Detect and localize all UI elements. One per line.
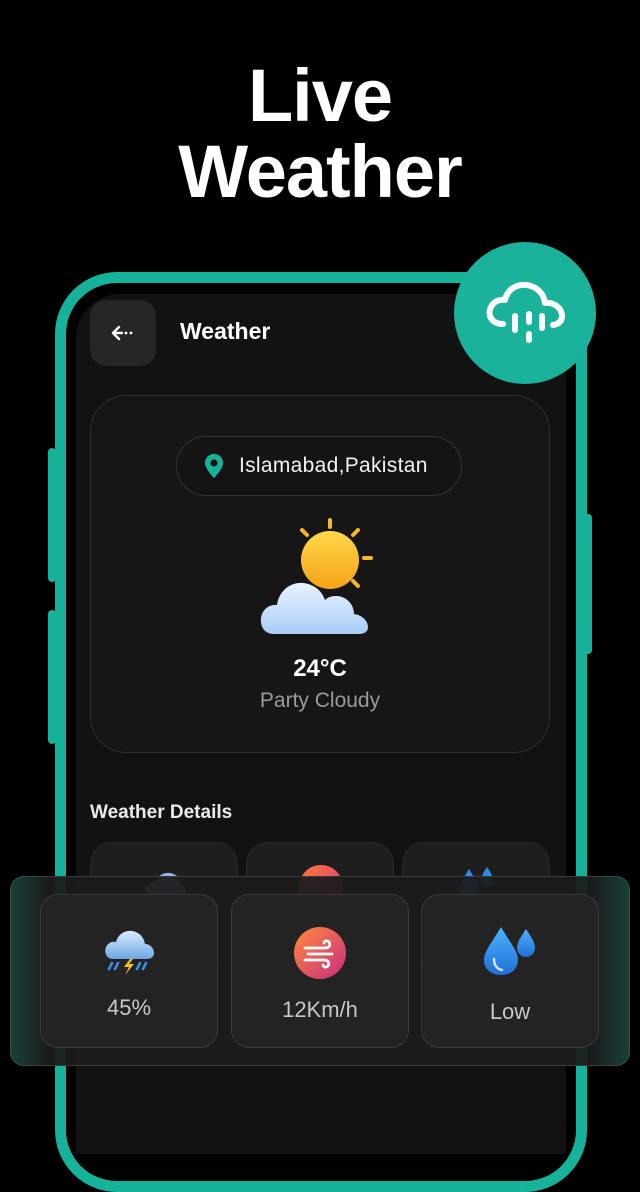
wind-icon [294, 927, 346, 979]
humidity-card[interactable]: 45% [40, 894, 218, 1048]
promo-headline: Live Weather [0, 58, 640, 210]
water-drops-icon [484, 927, 535, 975]
weather-condition: Party Cloudy [259, 689, 381, 712]
location-selector[interactable]: Islamabad,Pakistan [176, 436, 462, 496]
wind-speed-value: 12Km/h [282, 997, 358, 1022]
screen-title: Weather [180, 318, 271, 344]
rain-cloud-badge [454, 242, 596, 384]
storm-cloud-icon [105, 930, 154, 975]
headline-line-1: Live [247, 54, 393, 137]
back-button[interactable] [90, 300, 156, 366]
phone-side-button-1 [48, 448, 56, 582]
partly-cloudy-icon [260, 518, 373, 634]
rain-cloud-icon [486, 281, 565, 343]
headline-line-2: Weather [178, 130, 463, 213]
weather-details-title: Weather Details [90, 802, 233, 823]
location-pin-icon [205, 454, 223, 478]
back-arrow-icon [111, 325, 133, 341]
phone-side-button-3 [584, 514, 592, 654]
precipitation-value: Low [489, 999, 531, 1024]
precipitation-card[interactable]: Low [421, 894, 599, 1048]
humidity-value: 45% [106, 995, 152, 1020]
wind-card[interactable]: 12Km/h [231, 894, 409, 1048]
temperature-value: 24°C [293, 655, 347, 682]
location-name: Islamabad,Pakistan [239, 454, 428, 477]
